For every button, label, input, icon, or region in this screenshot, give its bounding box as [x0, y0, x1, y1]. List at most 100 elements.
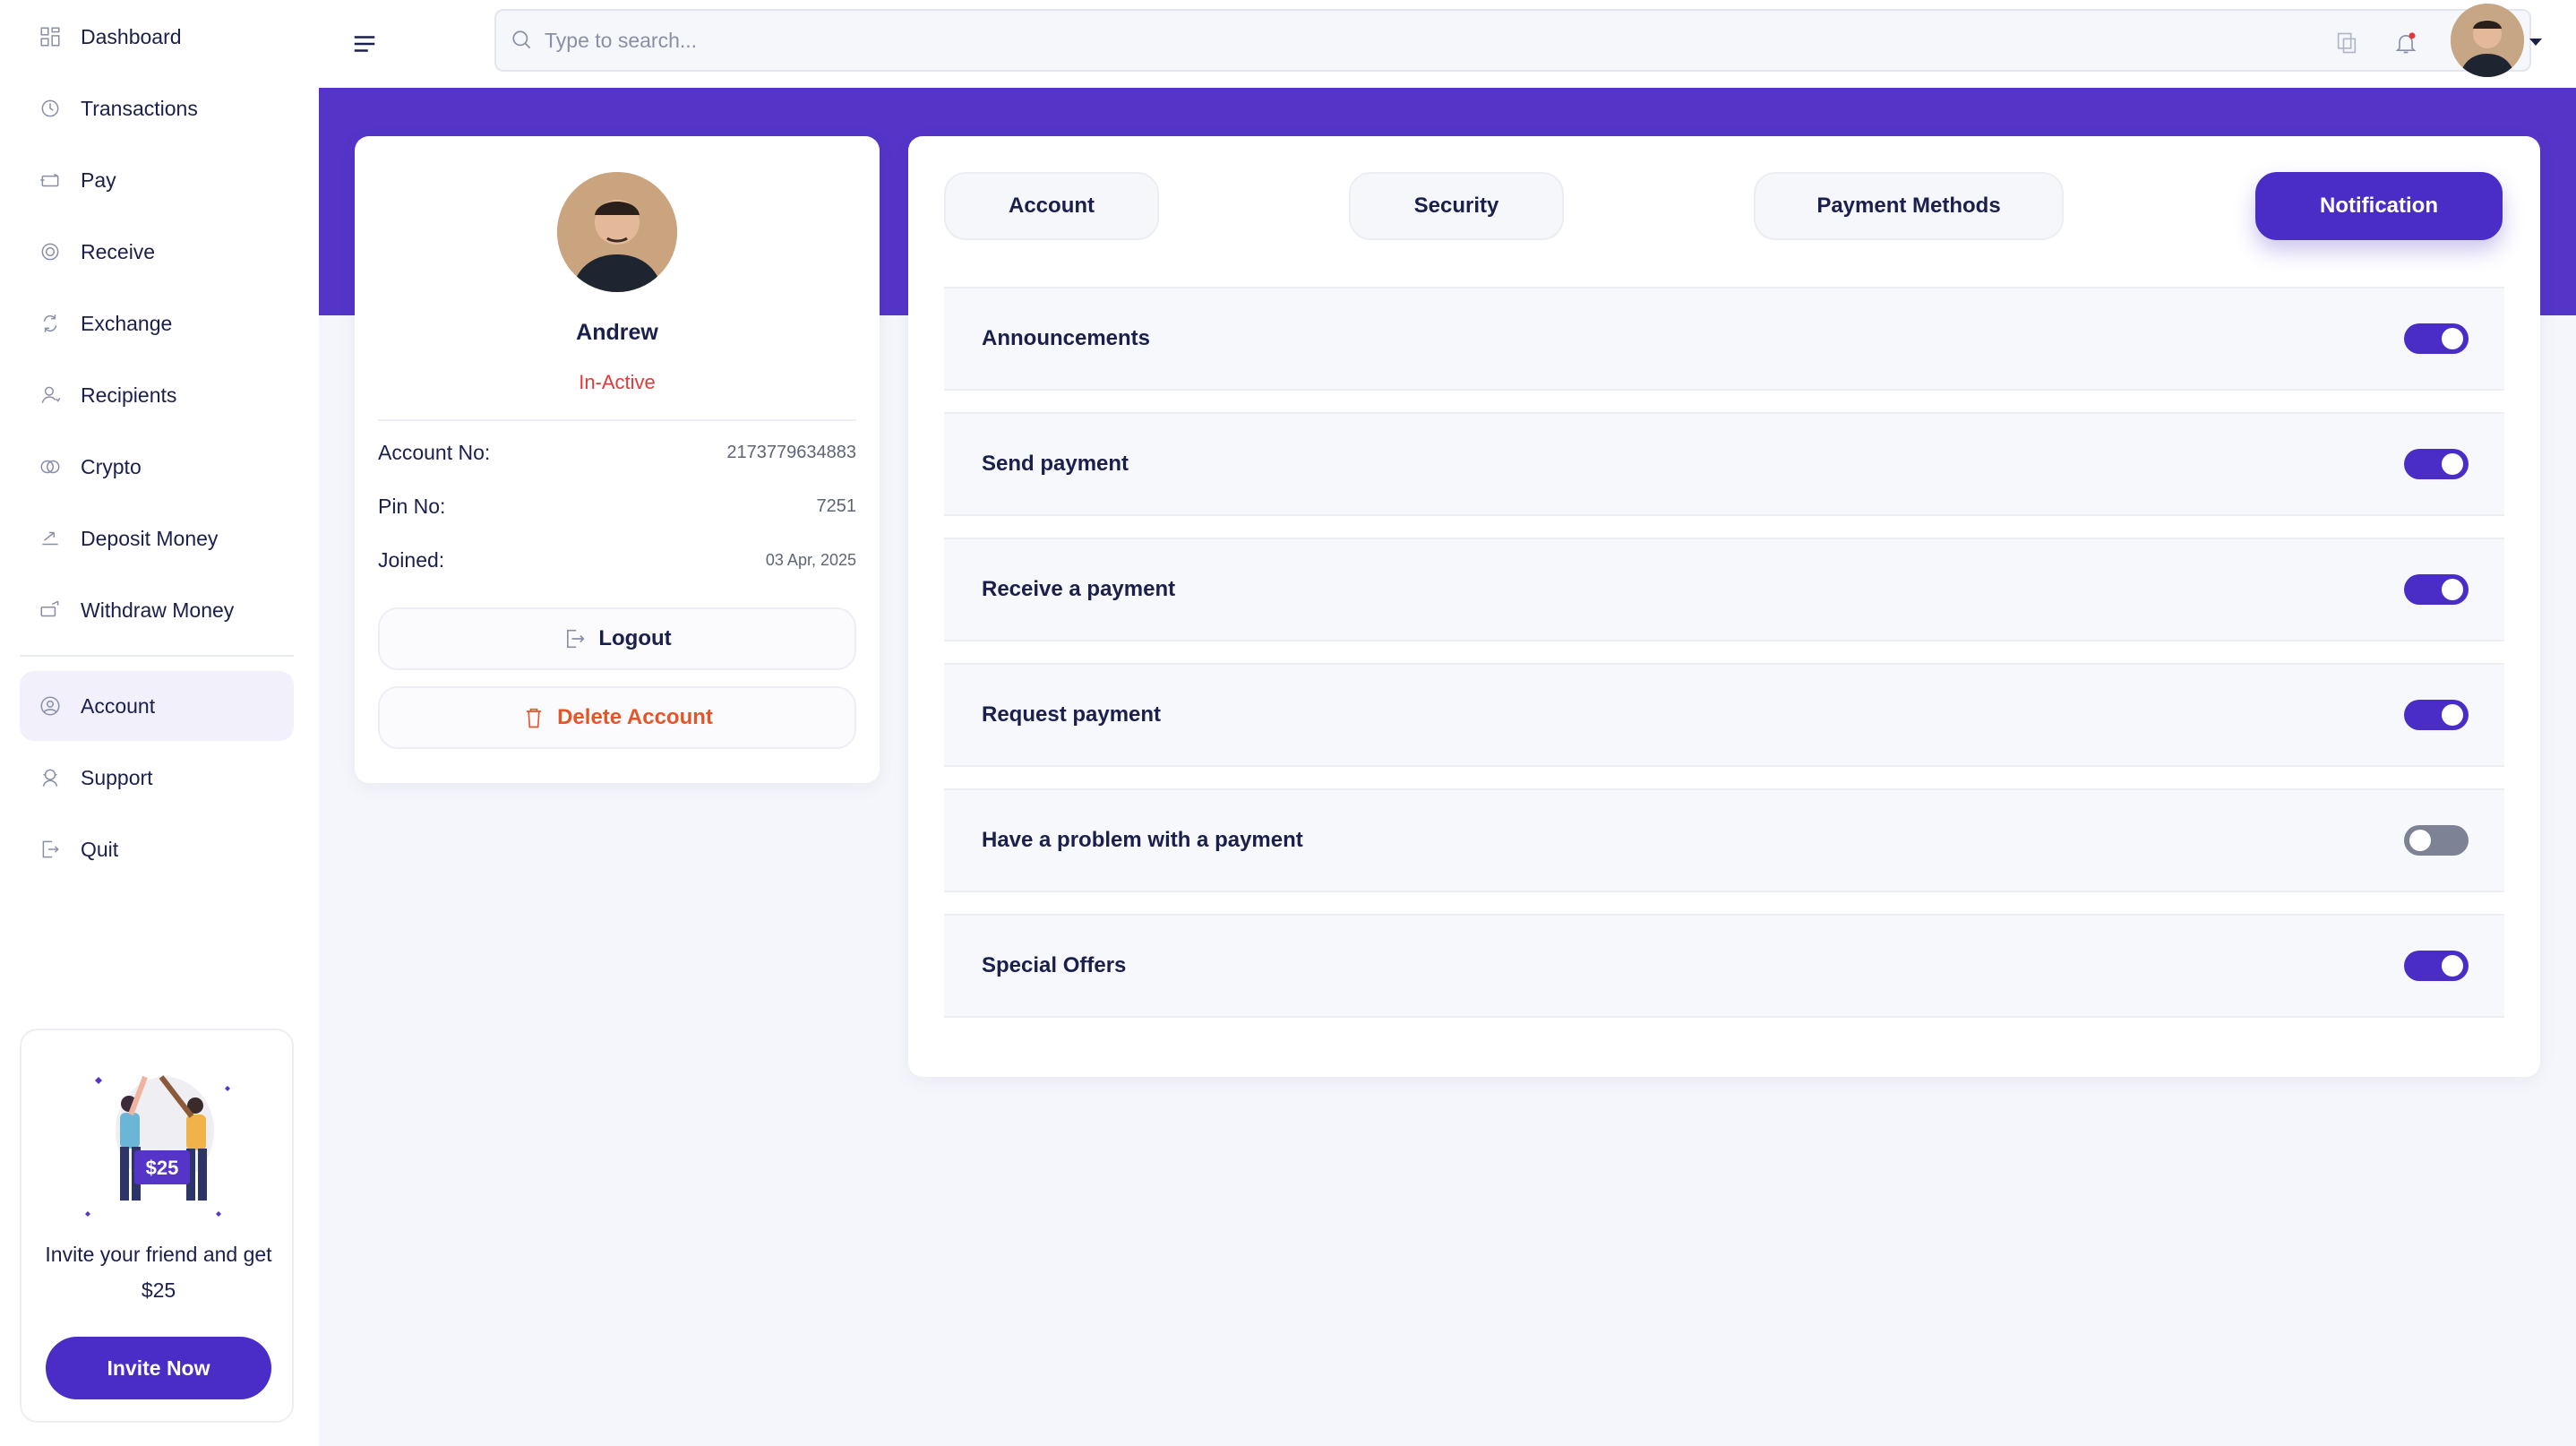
user-avatar[interactable]	[2451, 4, 2524, 77]
sidebar-item-label: Account	[81, 693, 156, 718]
tab-account[interactable]: Account	[944, 172, 1159, 240]
sidebar-item-label: Withdraw Money	[81, 598, 235, 622]
trash-icon	[526, 708, 542, 728]
toggle-knob	[2442, 453, 2463, 475]
sidebar-item-transactions[interactable]: Transactions	[20, 73, 294, 143]
bell-icon[interactable]	[2390, 27, 2422, 59]
quit-icon	[32, 831, 68, 867]
dashboard-icon	[32, 19, 68, 55]
notification-label: Receive a payment	[982, 577, 1176, 601]
sidebar-item-label: Receive	[81, 239, 156, 263]
pin-number-row: Pin No: 7251	[378, 495, 856, 519]
sidebar-item-label: Transactions	[81, 96, 198, 120]
joined-value: 03 Apr, 2025	[765, 551, 856, 569]
notification-label: Have a problem with a payment	[982, 828, 1303, 852]
sidebar-item-deposit-money[interactable]: Deposit Money	[20, 504, 294, 573]
status-badge: In-Active	[579, 371, 656, 393]
sidebar-item-label: Support	[81, 765, 153, 789]
user-icon	[32, 377, 68, 413]
notification-row-payment-problem: Have a problem with a payment	[944, 788, 2504, 892]
profile-divider	[378, 419, 856, 421]
announcements-toggle[interactable]	[2404, 323, 2469, 354]
receive-icon	[32, 234, 68, 270]
sidebar-item-support[interactable]: Support	[20, 743, 294, 813]
receive-payment-toggle[interactable]	[2404, 574, 2469, 605]
toggle-knob	[2442, 955, 2463, 977]
support-icon	[32, 760, 68, 796]
notification-label: Request payment	[982, 702, 1162, 727]
sidebar-item-label: Deposit Money	[81, 526, 219, 550]
crypto-icon	[32, 449, 68, 485]
menu-icon[interactable]	[351, 30, 378, 57]
search-input[interactable]	[545, 28, 2515, 53]
toggle-knob	[2442, 579, 2463, 600]
tab-label: Notification	[2320, 194, 2438, 218]
sidebar-item-account[interactable]: Account	[20, 671, 294, 741]
sidebar: Dashboard Transactions Pay Receive Excha…	[0, 0, 319, 1446]
logout-label: Logout	[598, 626, 672, 650]
notification-row-receive-payment: Receive a payment	[944, 538, 2504, 641]
topbar	[319, 0, 2576, 88]
tab-label: Payment Methods	[1816, 194, 2001, 218]
invite-now-button[interactable]: Invite Now	[46, 1337, 271, 1399]
toggle-knob	[2442, 328, 2463, 349]
profile-name: Andrew	[576, 320, 658, 345]
profile-card: Andrew In-Active Account No: 21737796348…	[355, 136, 880, 783]
toggle-knob	[2442, 704, 2463, 726]
invite-text: Invite your friend and get $25	[45, 1243, 272, 1302]
pin-number-value: 7251	[816, 496, 857, 516]
toggle-knob	[2409, 830, 2431, 851]
pay-icon	[32, 162, 68, 198]
sidebar-item-recipients[interactable]: Recipients	[20, 360, 294, 430]
profile-avatar	[557, 172, 677, 292]
tab-notification[interactable]: Notification	[2255, 172, 2503, 240]
notification-label: Send payment	[982, 452, 1129, 476]
sidebar-item-exchange[interactable]: Exchange	[20, 288, 294, 358]
notification-label: Announcements	[982, 326, 1151, 350]
withdraw-icon	[32, 592, 68, 628]
sidebar-item-pay[interactable]: Pay	[20, 145, 294, 215]
history-icon	[32, 90, 68, 126]
search-bar	[494, 9, 2531, 72]
notification-row-special-offers: Special Offers	[944, 914, 2504, 1018]
delete-account-button[interactable]: Delete Account	[378, 686, 856, 749]
invite-card: $25 Invite your friend and get $25 Invit…	[20, 1029, 294, 1423]
logout-button[interactable]: Logout	[378, 607, 856, 670]
sidebar-item-receive[interactable]: Receive	[20, 217, 294, 287]
notification-row-send-payment: Send payment	[944, 412, 2504, 516]
notification-row-announcements: Announcements	[944, 287, 2504, 391]
notification-row-request-payment: Request payment	[944, 663, 2504, 767]
joined-row: Joined: 03 Apr, 2025	[378, 548, 856, 572]
tab-label: Account	[1009, 194, 1095, 218]
settings-card: Account Security Payment Methods Notific…	[908, 136, 2540, 1077]
sidebar-item-label: Pay	[81, 168, 116, 192]
payment-problem-toggle[interactable]	[2404, 825, 2469, 856]
tab-payment-methods[interactable]: Payment Methods	[1754, 172, 2064, 240]
sidebar-item-withdraw-money[interactable]: Withdraw Money	[20, 575, 294, 645]
send-payment-toggle[interactable]	[2404, 449, 2469, 479]
notification-label: Special Offers	[982, 953, 1127, 977]
joined-label: Joined:	[378, 548, 445, 572]
invite-amount-text: $25	[146, 1157, 179, 1179]
logout-icon	[567, 629, 585, 649]
sidebar-item-label: Crypto	[81, 454, 142, 478]
deposit-icon	[32, 521, 68, 556]
sidebar-item-label: Exchange	[81, 311, 173, 335]
sidebar-item-quit[interactable]: Quit	[20, 814, 294, 884]
account-icon	[32, 688, 68, 724]
sidebar-item-label: Quit	[81, 837, 119, 861]
delete-account-label: Delete Account	[557, 705, 713, 729]
sidebar-item-crypto[interactable]: Crypto	[20, 432, 294, 502]
sidebar-item-label: Recipients	[81, 383, 177, 407]
special-offers-toggle[interactable]	[2404, 951, 2469, 981]
account-number-row: Account No: 2173779634883	[378, 441, 856, 465]
chevron-down-icon[interactable]	[2528, 36, 2544, 48]
tab-security[interactable]: Security	[1349, 172, 1564, 240]
translate-icon[interactable]	[2331, 27, 2363, 59]
exchange-icon	[32, 306, 68, 341]
sidebar-item-label: Dashboard	[81, 24, 182, 48]
sidebar-item-dashboard[interactable]: Dashboard	[20, 2, 294, 72]
request-payment-toggle[interactable]	[2404, 700, 2469, 730]
account-number-value: 2173779634883	[726, 443, 856, 462]
account-number-label: Account No:	[378, 441, 491, 464]
